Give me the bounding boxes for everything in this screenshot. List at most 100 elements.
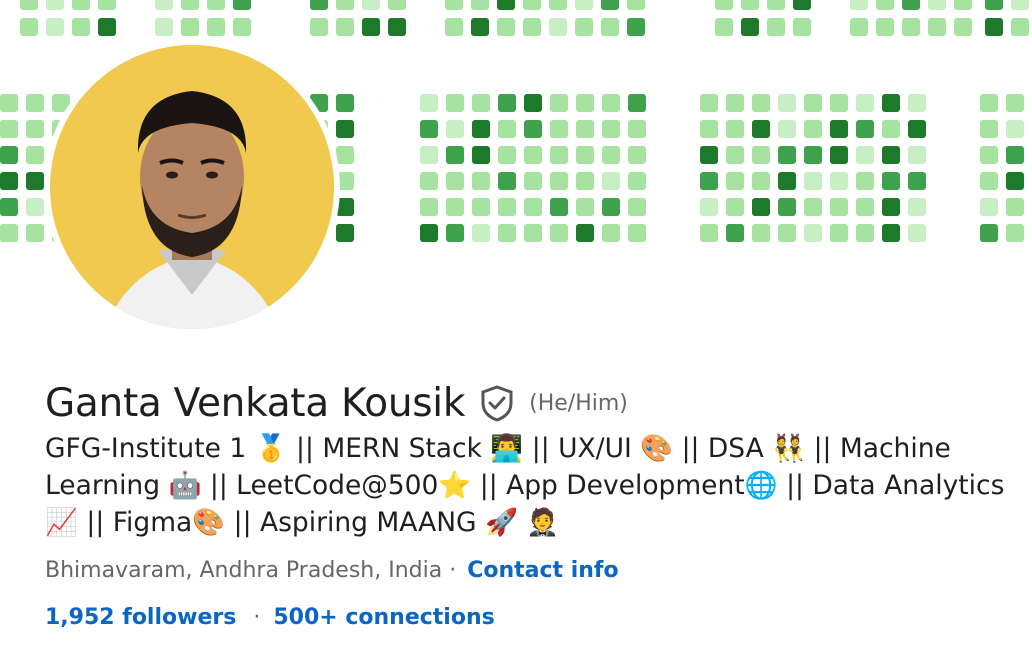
grid-cell — [445, 0, 463, 10]
grid-cell — [700, 94, 718, 112]
grid-cell — [46, 0, 64, 10]
grid-cell — [576, 198, 594, 216]
grid-cell — [446, 224, 464, 242]
grid-cell — [576, 94, 594, 112]
grid-cell — [856, 172, 874, 190]
grid-cell — [1011, 0, 1029, 10]
grid-cell — [700, 172, 718, 190]
grid-cell — [1006, 198, 1024, 216]
grid-cell — [1006, 224, 1024, 242]
grid-cell — [336, 94, 354, 112]
grid-cell — [524, 146, 542, 164]
grid-cell — [524, 224, 542, 242]
grid-cell — [767, 0, 785, 10]
grid-cell — [524, 198, 542, 216]
grid-cell — [700, 120, 718, 138]
grid-cell — [830, 172, 848, 190]
grid-cell — [726, 94, 744, 112]
grid-cell — [628, 94, 646, 112]
followers-link[interactable]: 1,952 followers — [45, 605, 236, 630]
grid-cell — [420, 146, 438, 164]
grid-cell — [550, 224, 568, 242]
grid-cell — [752, 146, 770, 164]
grid-cell — [985, 0, 1003, 10]
grid-cell — [726, 120, 744, 138]
grid-cell — [576, 172, 594, 190]
grid-cell — [472, 120, 490, 138]
location-text: Bhimavaram, Andhra Pradesh, India — [45, 558, 443, 583]
grid-cell — [928, 18, 946, 36]
grid-cell — [336, 146, 354, 164]
contact-info-link[interactable]: Contact info — [467, 558, 618, 583]
grid-cell — [420, 120, 438, 138]
grid-cell — [793, 0, 811, 10]
profile-name: Ganta Venkata Kousik — [45, 380, 466, 426]
grid-cell — [908, 198, 926, 216]
grid-cell — [1006, 94, 1024, 112]
grid-cell — [233, 0, 251, 10]
grid-cell — [472, 94, 490, 112]
grid-cell — [830, 94, 848, 112]
grid-cell — [98, 18, 116, 36]
grid-cell — [550, 120, 568, 138]
grid-cell — [850, 0, 868, 10]
grid-cell — [752, 172, 770, 190]
grid-cell — [471, 18, 489, 36]
grid-cell — [0, 146, 18, 164]
grid-cell — [830, 224, 848, 242]
grid-cell — [26, 94, 44, 112]
grid-cell — [72, 0, 90, 10]
profile-photo[interactable] — [44, 39, 340, 335]
grid-cell — [336, 224, 354, 242]
grid-cell — [524, 172, 542, 190]
grid-cell — [420, 224, 438, 242]
name-row: Ganta Venkata Kousik (He/Him) — [45, 378, 628, 428]
grid-cell — [627, 18, 645, 36]
grid-cell — [752, 198, 770, 216]
grid-cell — [602, 172, 620, 190]
grid-cell — [549, 18, 567, 36]
grid-cell — [830, 120, 848, 138]
grid-cell — [856, 94, 874, 112]
grid-cell — [908, 94, 926, 112]
grid-cell — [804, 224, 822, 242]
grid-cell — [856, 146, 874, 164]
grid-cell — [954, 18, 972, 36]
grid-cell — [550, 198, 568, 216]
grid-cell — [778, 224, 796, 242]
grid-cell — [628, 120, 646, 138]
grid-cell — [0, 94, 18, 112]
grid-cell — [497, 18, 515, 36]
grid-cell — [778, 146, 796, 164]
verified-shield-icon[interactable] — [479, 384, 515, 422]
connections-link[interactable]: 500+ connections — [273, 605, 494, 630]
grid-cell — [446, 146, 464, 164]
grid-cell — [601, 18, 619, 36]
grid-cell — [980, 172, 998, 190]
grid-cell — [908, 224, 926, 242]
grid-cell — [882, 224, 900, 242]
grid-cell — [980, 198, 998, 216]
grid-cell — [207, 18, 225, 36]
grid-cell — [26, 120, 44, 138]
grid-cell — [1006, 172, 1024, 190]
grid-cell — [882, 198, 900, 216]
grid-cell — [700, 224, 718, 242]
grid-cell — [1011, 18, 1029, 36]
grid-cell — [726, 224, 744, 242]
grid-cell — [602, 146, 620, 164]
separator-dot: · — [253, 605, 261, 630]
grid-cell — [446, 120, 464, 138]
grid-cell — [778, 120, 796, 138]
grid-cell — [882, 172, 900, 190]
grid-cell — [741, 18, 759, 36]
grid-cell — [336, 120, 354, 138]
grid-cell — [472, 198, 490, 216]
grid-cell — [601, 0, 619, 10]
grid-cell — [985, 18, 1003, 36]
grid-cell — [20, 18, 38, 36]
grid-cell — [804, 120, 822, 138]
grid-cell — [882, 146, 900, 164]
grid-cell — [778, 172, 796, 190]
grid-cell — [908, 146, 926, 164]
